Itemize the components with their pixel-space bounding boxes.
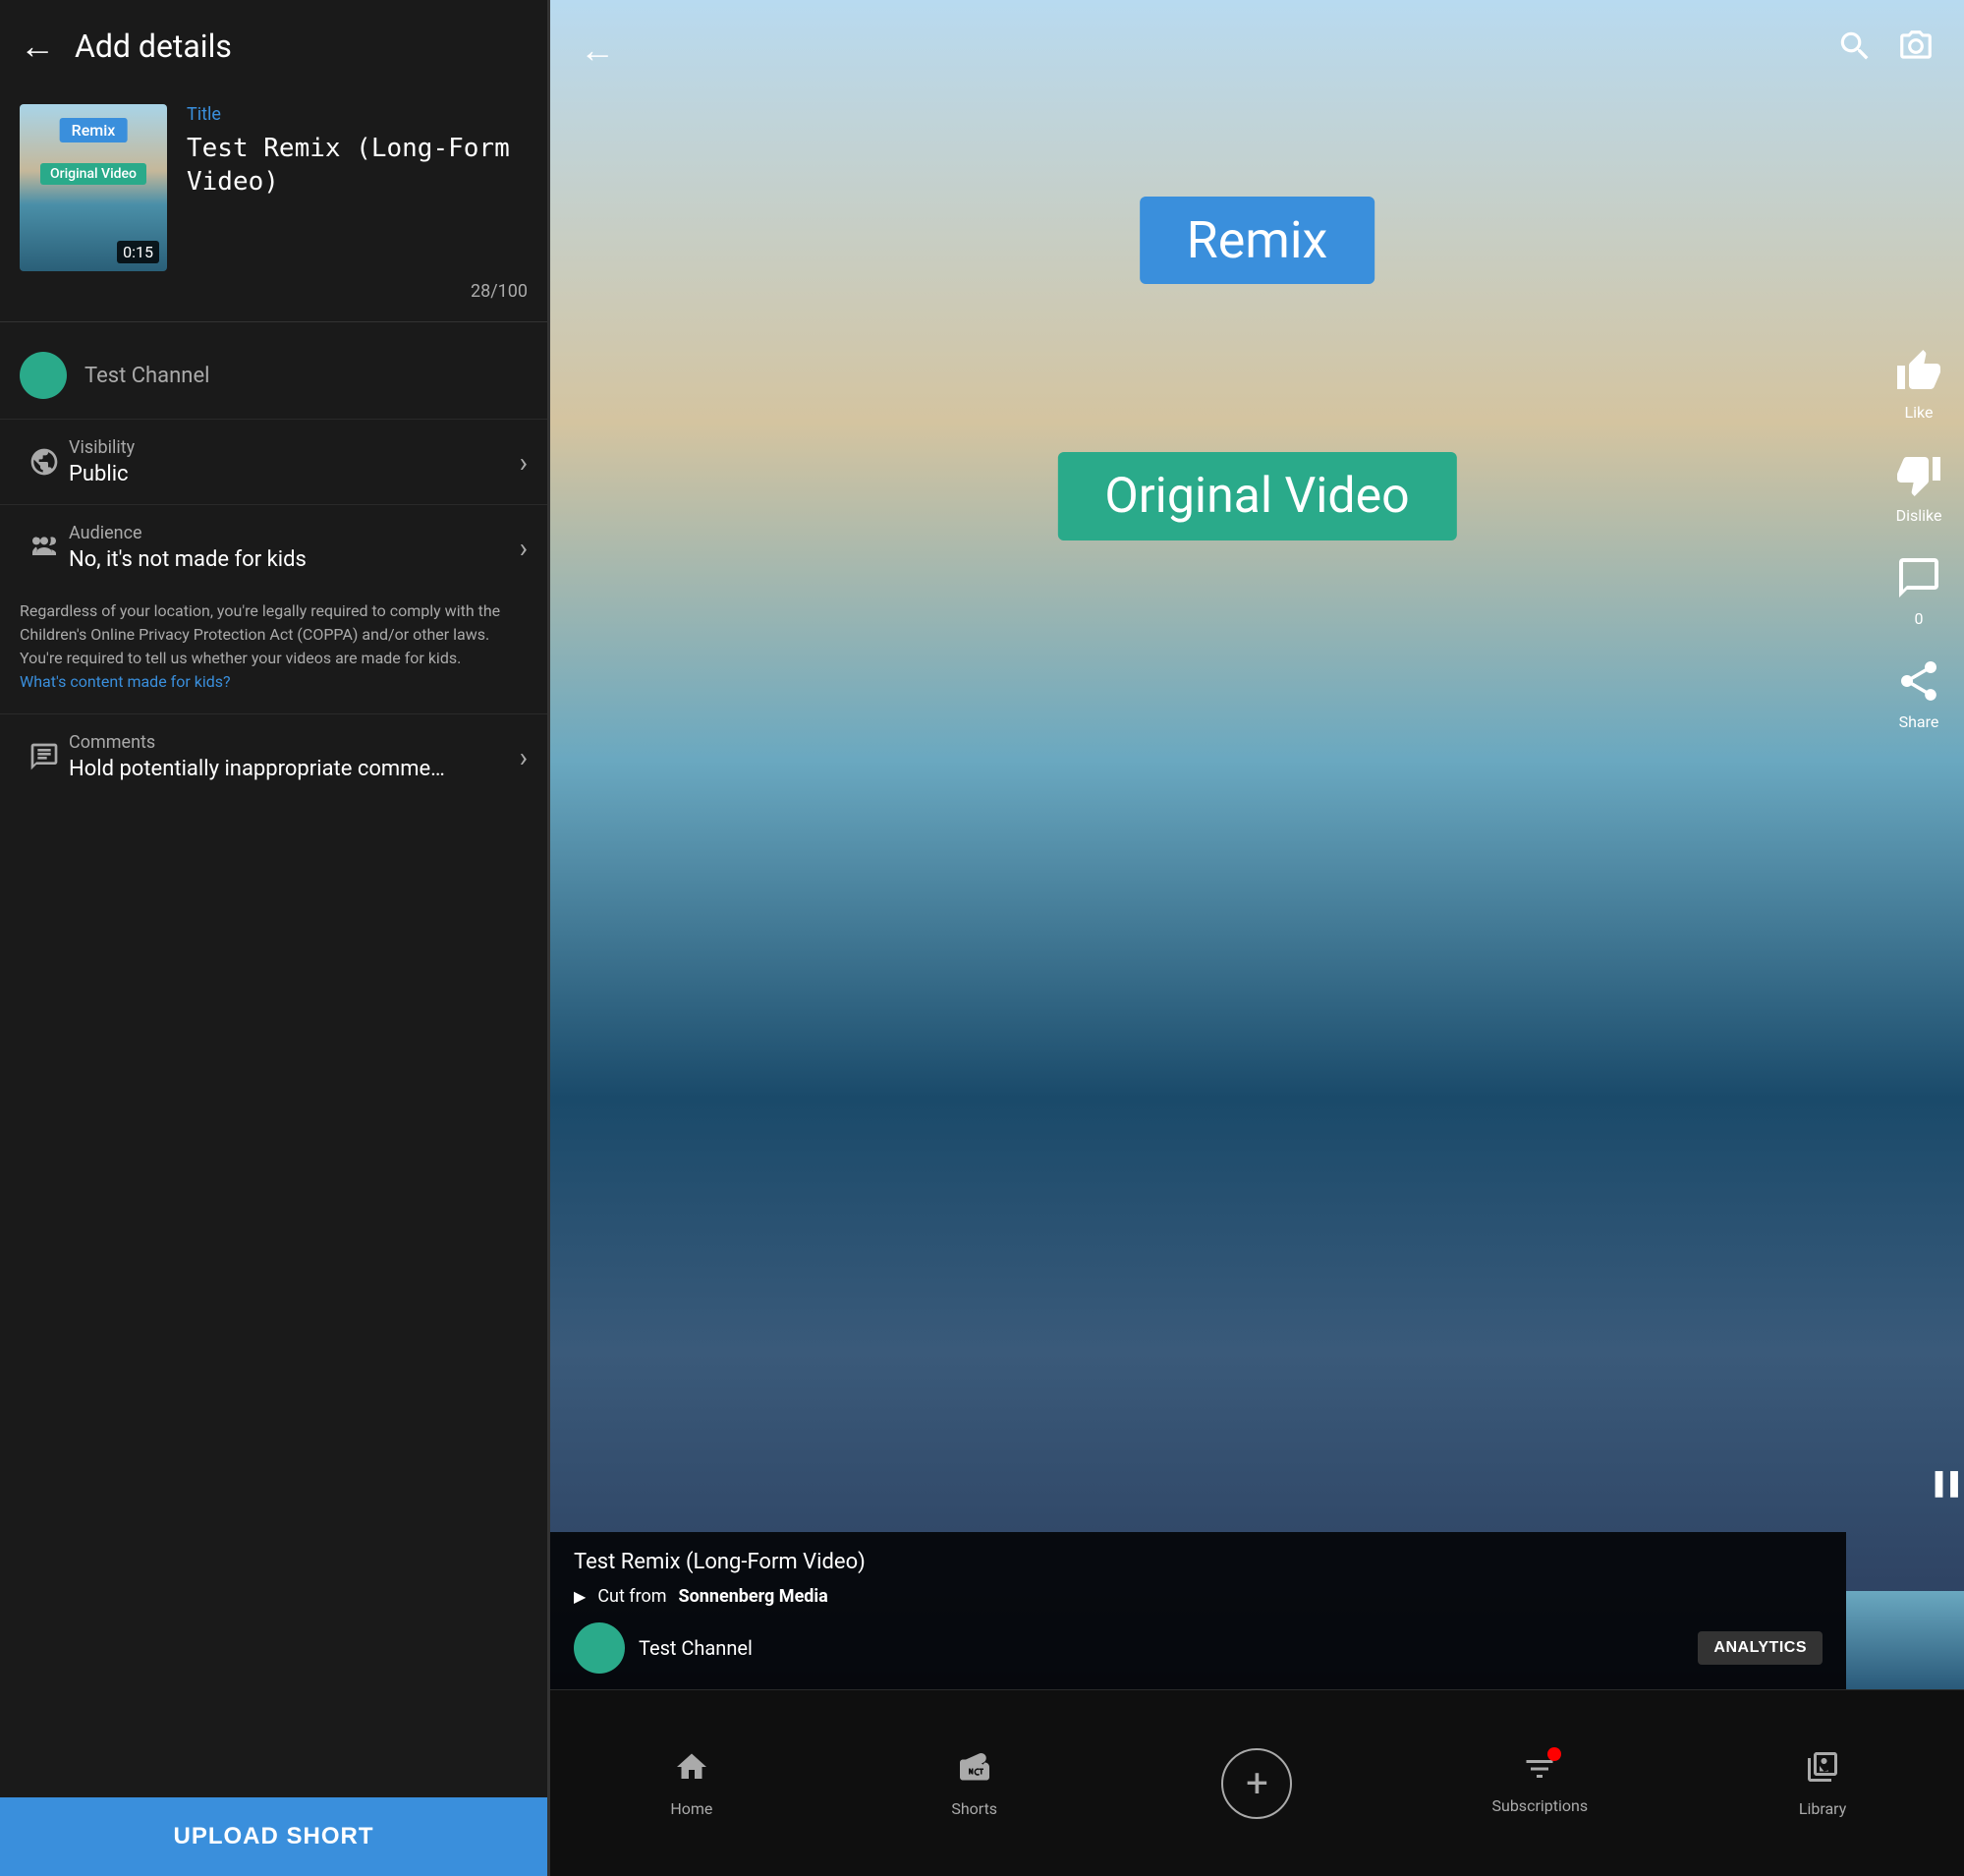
shorts-icon — [957, 1749, 992, 1793]
person-icon — [20, 532, 69, 563]
like-icon — [1891, 344, 1946, 399]
home-icon — [674, 1749, 709, 1793]
bottom-nav: Home Shorts + Subscriptions — [550, 1689, 1964, 1876]
nav-home[interactable]: Home — [550, 1749, 833, 1818]
comment-icon — [20, 741, 69, 772]
title-label: Title — [187, 104, 528, 125]
char-count: 28/100 — [187, 232, 528, 302]
left-header: ← Add details — [0, 0, 547, 85]
channel-row: Test Channel — [0, 332, 547, 419]
right-header: ← — [550, 0, 1964, 100]
upload-short-button[interactable]: UPLOAD SHORT — [0, 1797, 547, 1876]
video-title-display: Test Remix (Long-Form Video) — [574, 1550, 1823, 1574]
share-button[interactable]: Share — [1891, 654, 1946, 731]
cut-from-row[interactable]: ▶ Cut from Sonnenberg Media — [574, 1586, 1823, 1607]
video-title-input[interactable] — [187, 133, 528, 232]
channel-row-bottom: Test Channel ANALYTICS — [574, 1622, 1823, 1674]
nav-shorts[interactable]: Shorts — [833, 1749, 1116, 1818]
dislike-button[interactable]: Dislike — [1891, 447, 1946, 525]
channel-avatar — [20, 352, 67, 399]
audience-value: No, it's not made for kids — [69, 547, 520, 572]
video-thumbnail: Remix Original Video 0:15 — [20, 104, 167, 271]
channel-name: Test Channel — [84, 364, 209, 388]
page-title: Add details — [75, 28, 232, 65]
subscriptions-label: Subscriptions — [1492, 1796, 1589, 1815]
badge-dot — [1547, 1747, 1561, 1761]
thumbnail-remix-badge: Remix — [60, 118, 128, 142]
camera-icon[interactable] — [1897, 28, 1935, 73]
home-label: Home — [670, 1799, 712, 1818]
library-label: Library — [1799, 1799, 1846, 1818]
thumbnail-original-badge: Original Video — [40, 163, 146, 185]
search-icon[interactable] — [1836, 28, 1874, 73]
channel-avatar-bottom — [574, 1622, 625, 1674]
thumbnail-duration: 0:15 — [117, 241, 159, 263]
video-original-badge: Original Video — [1057, 452, 1456, 540]
audience-content: Audience No, it's not made for kids — [69, 523, 520, 572]
dislike-icon — [1891, 447, 1946, 502]
bottom-info: Test Remix (Long-Form Video) ▶ Cut from … — [550, 1532, 1846, 1689]
next-video-icon: ▐▐ — [1928, 1471, 1958, 1497]
video-remix-badge: Remix — [1140, 197, 1375, 284]
cut-from-channel: Sonnenberg Media — [679, 1586, 828, 1607]
cut-from-prefix: Cut from — [597, 1586, 666, 1607]
video-detail-section: Remix Original Video 0:15 Title 28/100 — [0, 85, 547, 312]
comments-content: Comments Hold potentially inappropriate … — [69, 732, 520, 781]
comments-value: Hold potentially inappropriate comme… — [69, 757, 520, 781]
audience-label: Audience — [69, 523, 520, 543]
shorts-label: Shorts — [951, 1799, 997, 1818]
add-icon[interactable]: + — [1221, 1748, 1292, 1819]
right-header-icons — [1836, 28, 1935, 73]
right-actions: Like Dislike 0 — [1891, 344, 1946, 731]
divider-1 — [0, 321, 547, 322]
like-label: Like — [1905, 403, 1934, 422]
audience-row[interactable]: Audience No, it's not made for kids › — [0, 504, 547, 590]
nav-add[interactable]: + — [1116, 1748, 1399, 1819]
left-panel: ← Add details Remix Original Video 0:15 … — [0, 0, 550, 1876]
like-button[interactable]: Like — [1891, 344, 1946, 422]
visibility-chevron: › — [520, 446, 528, 479]
visibility-content: Visibility Public — [69, 437, 520, 486]
subscriptions-badge — [1522, 1751, 1557, 1791]
visibility-row[interactable]: Visibility Public › — [0, 419, 547, 504]
audience-chevron: › — [520, 532, 528, 564]
share-label: Share — [1899, 712, 1939, 731]
play-icon: ▶ — [574, 1587, 586, 1606]
comments-action-icon — [1891, 550, 1946, 605]
video-content: Remix Original Video — [550, 0, 1964, 1689]
right-back-button[interactable]: ← — [580, 29, 615, 71]
analytics-button[interactable]: ANALYTICS — [1698, 1631, 1823, 1665]
globe-icon — [20, 446, 69, 478]
next-video-thumbnail[interactable]: ▐▐ — [1846, 1591, 1964, 1689]
comments-label: Comments — [69, 732, 520, 753]
comments-count: 0 — [1915, 609, 1924, 628]
right-panel: ← Remix Original Video — [550, 0, 1964, 1876]
channel-name-bottom: Test Channel — [639, 1636, 1684, 1660]
coppa-text: Regardless of your location, you're lega… — [0, 590, 547, 713]
comments-chevron: › — [520, 741, 528, 773]
nav-subscriptions[interactable]: Subscriptions — [1398, 1751, 1681, 1815]
library-icon — [1805, 1749, 1840, 1793]
share-icon — [1891, 654, 1946, 709]
nav-library[interactable]: Library — [1681, 1749, 1964, 1818]
video-title-section: Title 28/100 — [187, 104, 528, 302]
back-button[interactable]: ← — [20, 28, 55, 64]
dislike-label: Dislike — [1896, 506, 1942, 525]
comments-button[interactable]: 0 — [1891, 550, 1946, 628]
visibility-value: Public — [69, 462, 520, 486]
comments-row[interactable]: Comments Hold potentially inappropriate … — [0, 713, 547, 799]
visibility-label: Visibility — [69, 437, 520, 458]
coppa-link[interactable]: What's content made for kids? — [20, 672, 231, 691]
